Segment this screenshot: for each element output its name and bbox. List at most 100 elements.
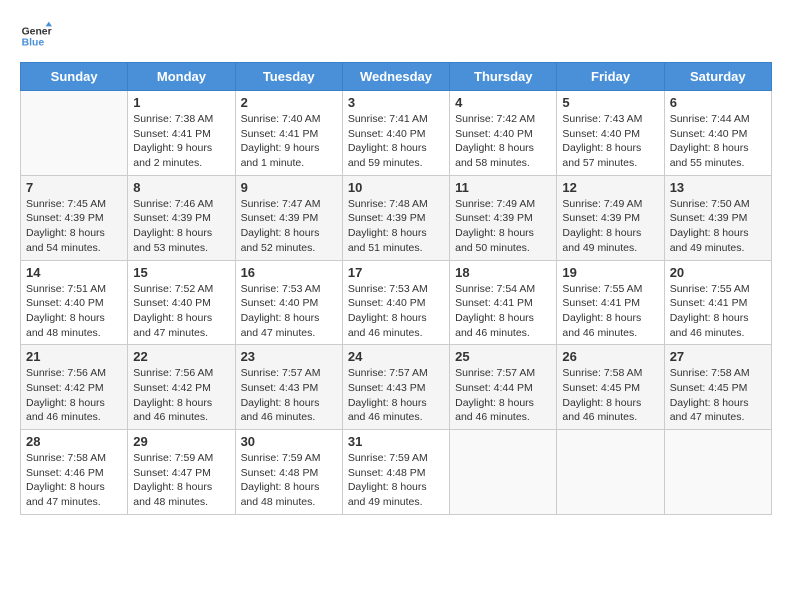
day-info: Sunrise: 7:49 AMSunset: 4:39 PMDaylight:… bbox=[455, 197, 551, 256]
calendar-cell: 10Sunrise: 7:48 AMSunset: 4:39 PMDayligh… bbox=[342, 175, 449, 260]
calendar-cell: 28Sunrise: 7:58 AMSunset: 4:46 PMDayligh… bbox=[21, 430, 128, 515]
day-number: 14 bbox=[26, 265, 122, 280]
day-number: 20 bbox=[670, 265, 766, 280]
day-info: Sunrise: 7:47 AMSunset: 4:39 PMDaylight:… bbox=[241, 197, 337, 256]
svg-text:Blue: Blue bbox=[22, 38, 45, 49]
calendar-cell: 31Sunrise: 7:59 AMSunset: 4:48 PMDayligh… bbox=[342, 430, 449, 515]
day-number: 23 bbox=[241, 349, 337, 364]
day-info: Sunrise: 7:51 AMSunset: 4:40 PMDaylight:… bbox=[26, 282, 122, 341]
day-number: 3 bbox=[348, 95, 444, 110]
day-number: 2 bbox=[241, 95, 337, 110]
day-header-monday: Monday bbox=[128, 63, 235, 91]
calendar-cell: 13Sunrise: 7:50 AMSunset: 4:39 PMDayligh… bbox=[664, 175, 771, 260]
day-number: 26 bbox=[562, 349, 658, 364]
day-info: Sunrise: 7:55 AMSunset: 4:41 PMDaylight:… bbox=[562, 282, 658, 341]
day-info: Sunrise: 7:57 AMSunset: 4:43 PMDaylight:… bbox=[348, 366, 444, 425]
day-info: Sunrise: 7:53 AMSunset: 4:40 PMDaylight:… bbox=[241, 282, 337, 341]
calendar-cell: 6Sunrise: 7:44 AMSunset: 4:40 PMDaylight… bbox=[664, 91, 771, 176]
day-header-friday: Friday bbox=[557, 63, 664, 91]
day-info: Sunrise: 7:46 AMSunset: 4:39 PMDaylight:… bbox=[133, 197, 229, 256]
day-info: Sunrise: 7:56 AMSunset: 4:42 PMDaylight:… bbox=[133, 366, 229, 425]
day-info: Sunrise: 7:41 AMSunset: 4:40 PMDaylight:… bbox=[348, 112, 444, 171]
day-info: Sunrise: 7:58 AMSunset: 4:45 PMDaylight:… bbox=[562, 366, 658, 425]
day-info: Sunrise: 7:50 AMSunset: 4:39 PMDaylight:… bbox=[670, 197, 766, 256]
calendar-cell: 24 Sunrise: 7:57 AMSunset: 4:43 PMDayligh… bbox=[342, 345, 449, 430]
day-header-tuesday: Tuesday bbox=[235, 63, 342, 91]
calendar-week-row: 1Sunrise: 7:38 AMSunset: 4:41 PMDaylight… bbox=[21, 91, 772, 176]
calendar-cell: 26 Sunrise: 7:58 AMSunset: 4:45 PMDayligh… bbox=[557, 345, 664, 430]
day-number: 18 bbox=[455, 265, 551, 280]
calendar-table: SundayMondayTuesdayWednesdayThursdayFrid… bbox=[20, 62, 772, 515]
calendar-cell bbox=[21, 91, 128, 176]
day-info: Sunrise: 7:54 AMSunset: 4:41 PMDaylight:… bbox=[455, 282, 551, 341]
day-header-sunday: Sunday bbox=[21, 63, 128, 91]
day-number: 29 bbox=[133, 434, 229, 449]
day-info: Sunrise: 7:59 AMSunset: 4:48 PMDaylight:… bbox=[241, 451, 337, 510]
day-number: 11 bbox=[455, 180, 551, 195]
calendar-cell: 21Sunrise: 7:56 AMSunset: 4:42 PMDayligh… bbox=[21, 345, 128, 430]
calendar-cell: 19 Sunrise: 7:55 AMSunset: 4:41 PMDayligh… bbox=[557, 260, 664, 345]
day-number: 19 bbox=[562, 265, 658, 280]
calendar-cell: 16 Sunrise: 7:53 AMSunset: 4:40 PMDayligh… bbox=[235, 260, 342, 345]
day-header-thursday: Thursday bbox=[450, 63, 557, 91]
calendar-cell: 3 Sunrise: 7:41 AMSunset: 4:40 PMDaylight… bbox=[342, 91, 449, 176]
day-number: 12 bbox=[562, 180, 658, 195]
calendar-cell bbox=[664, 430, 771, 515]
day-info: Sunrise: 7:58 AMSunset: 4:46 PMDaylight:… bbox=[26, 451, 122, 510]
day-info: Sunrise: 7:56 AMSunset: 4:42 PMDaylight:… bbox=[26, 366, 122, 425]
calendar-cell: 25 Sunrise: 7:57 AMSunset: 4:44 PMDayligh… bbox=[450, 345, 557, 430]
day-number: 24 bbox=[348, 349, 444, 364]
day-number: 31 bbox=[348, 434, 444, 449]
calendar-cell: 30Sunrise: 7:59 AMSunset: 4:48 PMDayligh… bbox=[235, 430, 342, 515]
calendar-week-row: 21Sunrise: 7:56 AMSunset: 4:42 PMDayligh… bbox=[21, 345, 772, 430]
calendar-cell bbox=[450, 430, 557, 515]
calendar-cell: 22Sunrise: 7:56 AMSunset: 4:42 PMDayligh… bbox=[128, 345, 235, 430]
day-info: Sunrise: 7:44 AMSunset: 4:40 PMDaylight:… bbox=[670, 112, 766, 171]
calendar-week-row: 14 Sunrise: 7:51 AMSunset: 4:40 PMDayligh… bbox=[21, 260, 772, 345]
day-info: Sunrise: 7:53 AMSunset: 4:40 PMDaylight:… bbox=[348, 282, 444, 341]
day-info: Sunrise: 7:57 AMSunset: 4:44 PMDaylight:… bbox=[455, 366, 551, 425]
calendar-cell: 7 Sunrise: 7:45 AMSunset: 4:39 PMDaylight… bbox=[21, 175, 128, 260]
day-info: Sunrise: 7:42 AMSunset: 4:40 PMDaylight:… bbox=[455, 112, 551, 171]
calendar-cell: 23 Sunrise: 7:57 AMSunset: 4:43 PMDayligh… bbox=[235, 345, 342, 430]
calendar-cell: 17 Sunrise: 7:53 AMSunset: 4:40 PMDayligh… bbox=[342, 260, 449, 345]
calendar-cell: 18 Sunrise: 7:54 AMSunset: 4:41 PMDayligh… bbox=[450, 260, 557, 345]
day-number: 4 bbox=[455, 95, 551, 110]
day-info: Sunrise: 7:59 AMSunset: 4:47 PMDaylight:… bbox=[133, 451, 229, 510]
calendar-cell: 8Sunrise: 7:46 AMSunset: 4:39 PMDaylight… bbox=[128, 175, 235, 260]
day-header-saturday: Saturday bbox=[664, 63, 771, 91]
day-number: 17 bbox=[348, 265, 444, 280]
calendar-cell: 12 Sunrise: 7:49 AMSunset: 4:39 PMDayligh… bbox=[557, 175, 664, 260]
day-info: Sunrise: 7:52 AMSunset: 4:40 PMDaylight:… bbox=[133, 282, 229, 341]
day-info: Sunrise: 7:49 AMSunset: 4:39 PMDaylight:… bbox=[562, 197, 658, 256]
logo-icon: General Blue bbox=[20, 20, 52, 52]
calendar-cell: 2 Sunrise: 7:40 AMSunset: 4:41 PMDaylight… bbox=[235, 91, 342, 176]
day-info: Sunrise: 7:55 AMSunset: 4:41 PMDaylight:… bbox=[670, 282, 766, 341]
page-header: General Blue bbox=[20, 20, 772, 52]
day-number: 9 bbox=[241, 180, 337, 195]
day-info: Sunrise: 7:58 AMSunset: 4:45 PMDaylight:… bbox=[670, 366, 766, 425]
day-info: Sunrise: 7:43 AMSunset: 4:40 PMDaylight:… bbox=[562, 112, 658, 171]
day-header-wednesday: Wednesday bbox=[342, 63, 449, 91]
day-info: Sunrise: 7:45 AMSunset: 4:39 PMDaylight:… bbox=[26, 197, 122, 256]
calendar-cell: 4 Sunrise: 7:42 AMSunset: 4:40 PMDaylight… bbox=[450, 91, 557, 176]
calendar-cell: 11 Sunrise: 7:49 AMSunset: 4:39 PMDayligh… bbox=[450, 175, 557, 260]
day-number: 25 bbox=[455, 349, 551, 364]
day-info: Sunrise: 7:57 AMSunset: 4:43 PMDaylight:… bbox=[241, 366, 337, 425]
calendar-cell: 1Sunrise: 7:38 AMSunset: 4:41 PMDaylight… bbox=[128, 91, 235, 176]
day-number: 10 bbox=[348, 180, 444, 195]
day-number: 16 bbox=[241, 265, 337, 280]
svg-text:General: General bbox=[22, 26, 52, 37]
day-number: 15 bbox=[133, 265, 229, 280]
logo: General Blue bbox=[20, 20, 52, 52]
day-number: 1 bbox=[133, 95, 229, 110]
calendar-week-row: 7 Sunrise: 7:45 AMSunset: 4:39 PMDaylight… bbox=[21, 175, 772, 260]
day-info: Sunrise: 7:40 AMSunset: 4:41 PMDaylight:… bbox=[241, 112, 337, 171]
day-number: 7 bbox=[26, 180, 122, 195]
calendar-cell: 15 Sunrise: 7:52 AMSunset: 4:40 PMDayligh… bbox=[128, 260, 235, 345]
calendar-cell: 20 Sunrise: 7:55 AMSunset: 4:41 PMDayligh… bbox=[664, 260, 771, 345]
calendar-cell bbox=[557, 430, 664, 515]
calendar-header-row: SundayMondayTuesdayWednesdayThursdayFrid… bbox=[21, 63, 772, 91]
calendar-cell: 29 Sunrise: 7:59 AMSunset: 4:47 PMDayligh… bbox=[128, 430, 235, 515]
calendar-cell: 9 Sunrise: 7:47 AMSunset: 4:39 PMDaylight… bbox=[235, 175, 342, 260]
